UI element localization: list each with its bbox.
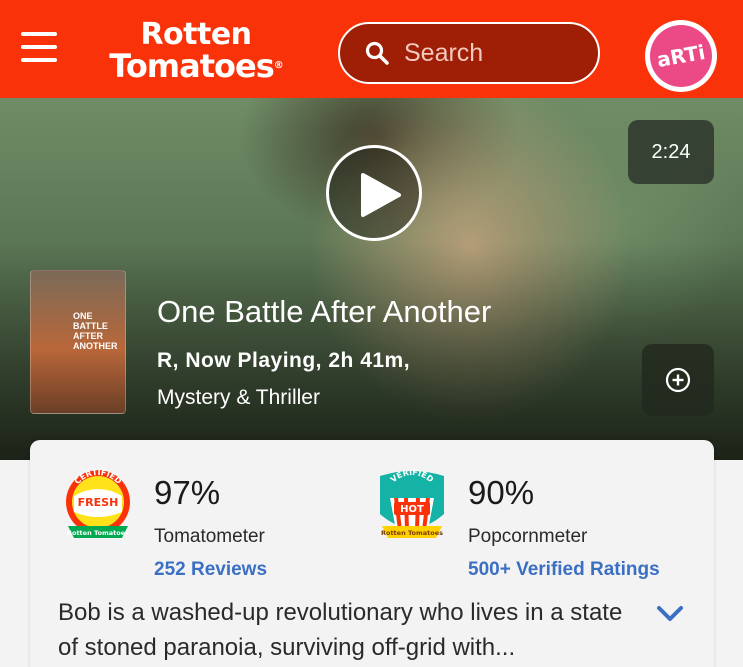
rotten-tomatoes-logo[interactable]: Rotten Tomatoes®	[96, 20, 296, 84]
trailer-duration: 2:24	[628, 120, 714, 184]
add-to-watchlist-button[interactable]	[642, 344, 714, 416]
popcornmeter-ratings-link[interactable]: 500+ Verified Ratings	[468, 559, 660, 581]
plus-circle-icon	[665, 367, 691, 393]
certified-fresh-icon: FRESH CERTIFIED Rotten Tomatoes	[66, 468, 130, 538]
popcornmeter-label: Popcornmeter	[468, 526, 588, 547]
movie-genre: Mystery & Thriller	[157, 386, 320, 409]
poster-title: ONE BATTLE AFTER ANOTHER	[73, 311, 118, 351]
tomatometer-reviews-link[interactable]: 252 Reviews	[154, 559, 267, 581]
user-avatar[interactable]: aRTi	[645, 20, 717, 92]
search-box[interactable]	[338, 22, 600, 84]
search-icon	[365, 41, 389, 65]
logo-registered-mark: ®	[273, 60, 284, 71]
top-navigation-bar: Rotten Tomatoes® aRTi	[0, 0, 743, 98]
scores-card: FRESH CERTIFIED Rotten Tomatoes 97% Toma…	[30, 440, 714, 667]
movie-synopsis[interactable]: Bob is a washed-up revolutionary who liv…	[58, 595, 648, 665]
svg-text:HOT: HOT	[400, 504, 424, 515]
logo-line-2: Tomatoes	[109, 47, 275, 85]
svg-text:Rotten Tomatoes: Rotten Tomatoes	[381, 529, 443, 537]
movie-title: One Battle After Another	[157, 294, 492, 329]
search-input[interactable]	[404, 38, 594, 68]
menu-icon[interactable]	[21, 32, 57, 68]
logo-line-1: Rotten	[140, 17, 252, 52]
movie-poster[interactable]: ONE BATTLE AFTER ANOTHER	[30, 270, 126, 414]
avatar-text: aRTi	[645, 20, 717, 92]
verified-hot-icon: HOT VERIFIED Rotten Tomatoes	[380, 468, 444, 538]
chevron-down-icon[interactable]	[654, 602, 686, 626]
movie-rating-status-runtime: R, Now Playing, 2h 41m,	[157, 349, 411, 372]
popcornmeter-score: 90%	[468, 474, 535, 511]
play-trailer-button[interactable]	[326, 145, 422, 241]
svg-text:Rotten Tomatoes: Rotten Tomatoes	[67, 529, 129, 537]
tomatometer-score: 97%	[154, 474, 221, 511]
svg-text:FRESH: FRESH	[78, 496, 119, 509]
play-icon	[361, 173, 401, 217]
movie-hero: 2:24 ONE BATTLE AFTER ANOTHER One Battle…	[0, 98, 743, 460]
tomatometer-label: Tomatometer	[154, 526, 265, 547]
